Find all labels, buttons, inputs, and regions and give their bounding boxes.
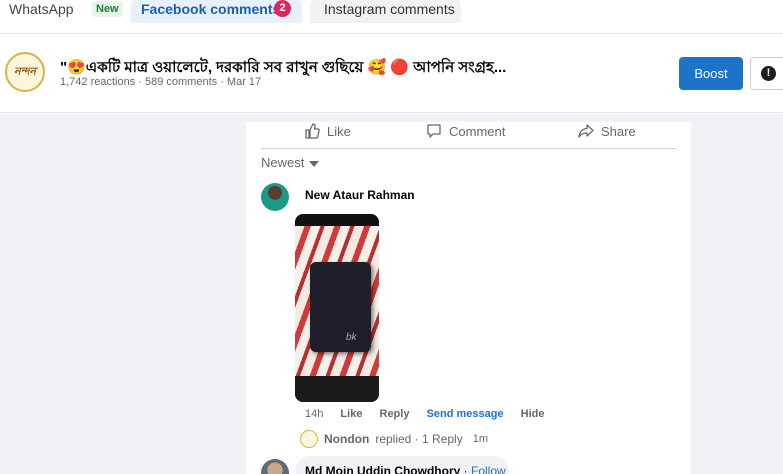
comment-time: 14h xyxy=(305,408,324,420)
next-commenter-name[interactable]: Md Moin Uddin Chowdhory xyxy=(305,464,460,474)
comment-reply-link[interactable]: Reply xyxy=(380,408,410,420)
comment-icon xyxy=(427,124,441,138)
like-label: Like xyxy=(327,123,351,139)
tab-facebook-label: Facebook comments xyxy=(141,1,281,17)
tab-whatsapp[interactable]: WhatsApp New xyxy=(9,0,123,22)
name-separator: · xyxy=(460,464,471,474)
like-button[interactable]: Like xyxy=(304,123,351,139)
replies-summary[interactable]: Nondon replied · 1 Reply 1m xyxy=(300,429,488,449)
actions-divider xyxy=(261,148,676,149)
wallet-image: bk xyxy=(310,262,371,352)
tab-facebook-comments[interactable]: Facebook comments 2 xyxy=(131,0,302,23)
thumbs-up-icon xyxy=(305,123,320,139)
commenter-avatar[interactable] xyxy=(261,183,289,211)
page-avatar[interactable]: নন্দন xyxy=(5,52,45,92)
more-options-button[interactable]: ! xyxy=(750,57,783,90)
wallet-logo: bk xyxy=(346,332,357,343)
comment-image[interactable]: bk xyxy=(295,214,379,402)
next-comment-bubble: Md Moin Uddin Chowdhory · Follow xyxy=(295,456,508,474)
comment-button[interactable]: Comment xyxy=(426,123,505,139)
new-badge: New xyxy=(92,1,123,17)
comment-actions: 14h Like Reply Send message Hide xyxy=(305,408,558,420)
alert-icon: ! xyxy=(761,66,776,81)
next-commenter-avatar[interactable] xyxy=(261,459,289,474)
caret-down-icon xyxy=(309,160,320,167)
reply-text: replied · 1 Reply xyxy=(375,432,463,446)
share-label: Share xyxy=(601,123,636,139)
share-icon xyxy=(578,124,594,138)
reply-time: 1m xyxy=(472,433,488,445)
hide-comment-link[interactable]: Hide xyxy=(521,408,545,420)
post-meta: 1,742 reactions · 589 comments · Mar 17 xyxy=(60,76,262,88)
facebook-count-badge: 2 xyxy=(274,0,291,17)
tab-whatsapp-label: WhatsApp xyxy=(9,1,74,17)
comment-like-link[interactable]: Like xyxy=(340,408,362,420)
post-actions: Like Comment Share xyxy=(246,122,691,148)
page-avatar-logo: নন্দন xyxy=(14,65,36,78)
sort-label: Newest xyxy=(261,155,305,170)
reply-avatar xyxy=(300,430,318,448)
comment-label: Comment xyxy=(449,123,506,139)
send-message-link[interactable]: Send message xyxy=(427,408,504,420)
tab-instagram-label: Instagram comments xyxy=(324,1,455,17)
tab-instagram-comments[interactable]: Instagram comments xyxy=(310,0,461,23)
comment-sort-dropdown[interactable]: Newest xyxy=(261,155,320,170)
follow-link[interactable]: Follow xyxy=(471,464,506,474)
post-header: নন্দন "😍একটি মাত্র ওয়ালেটে, দরকারি সব র… xyxy=(0,33,783,113)
channel-tabbar: WhatsApp New Facebook comments 2 Instagr… xyxy=(0,0,783,24)
phone-nav-strip xyxy=(295,376,379,402)
share-button[interactable]: Share xyxy=(578,123,636,139)
reply-author: Nondon xyxy=(324,432,370,446)
post-card: Like Comment Share Newest New Ataur Rahm… xyxy=(246,122,691,474)
commenter-name[interactable]: New Ataur Rahman xyxy=(305,188,415,202)
boost-button[interactable]: Boost xyxy=(679,57,743,90)
